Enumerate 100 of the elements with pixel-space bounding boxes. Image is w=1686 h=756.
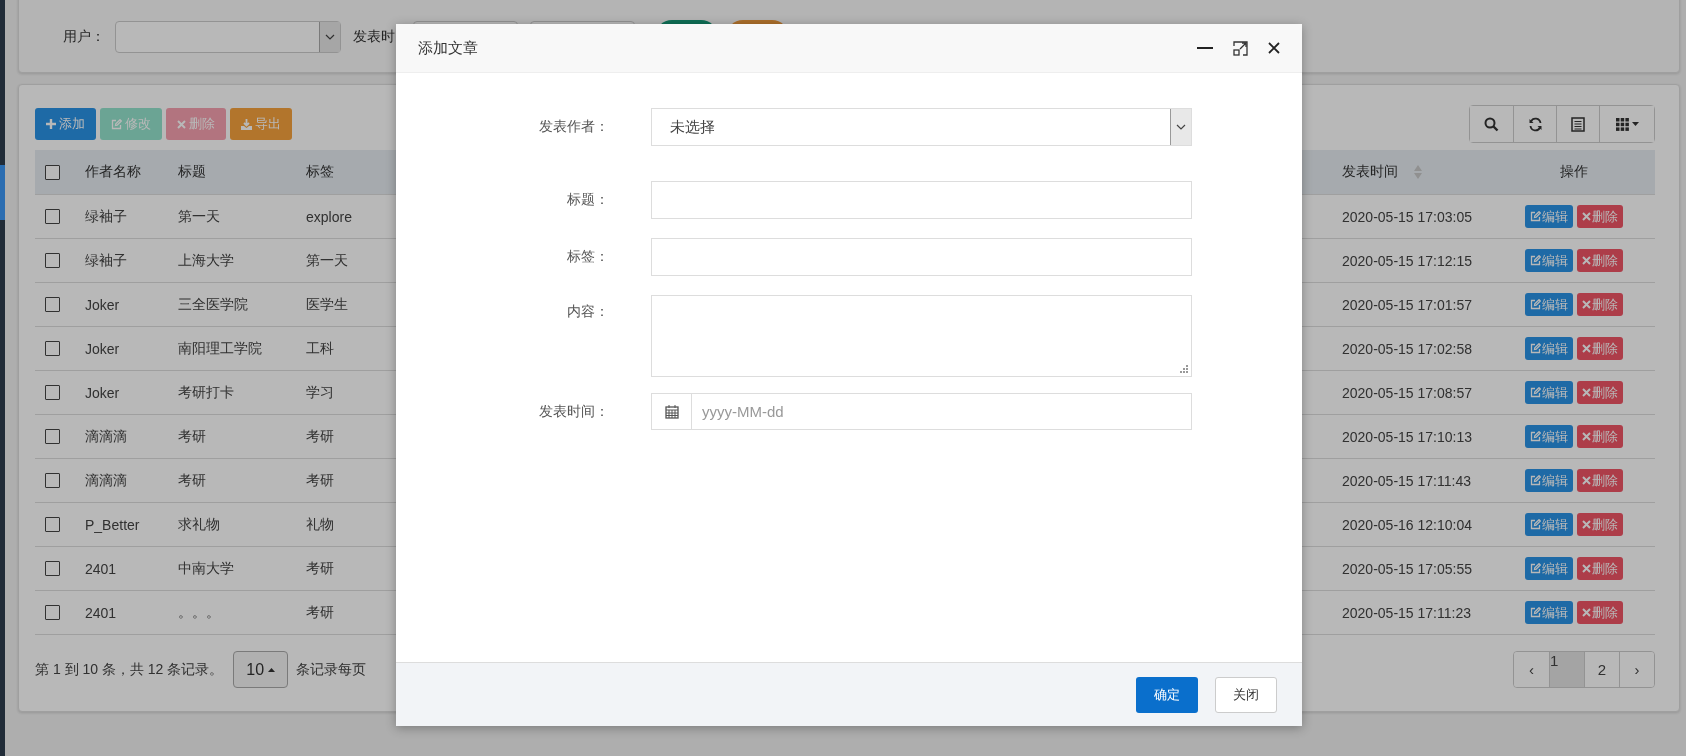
input-field[interactable]	[651, 181, 1192, 219]
row-checkbox[interactable]	[45, 253, 60, 268]
edit-icon	[1529, 299, 1541, 310]
page-button[interactable]: 1	[1549, 652, 1584, 687]
table-cell: 2020-05-15 17:05:55	[1342, 560, 1472, 577]
field-label: 内容：	[566, 302, 609, 321]
delete-button[interactable]: 删除	[1576, 557, 1623, 580]
table-cell: 2020-05-15 17:11:43	[1342, 472, 1471, 489]
date-input[interactable]: yyyy-MM-dd	[691, 393, 1192, 430]
row-checkbox[interactable]	[45, 517, 60, 532]
delete-button[interactable]: 删除	[1576, 469, 1623, 492]
select-all-checkbox[interactable]	[45, 164, 60, 180]
column-header[interactable]: 标题	[178, 163, 206, 181]
edit-icon	[1529, 343, 1541, 354]
refresh-icon	[1527, 116, 1543, 132]
toolbar-button[interactable]: 添加	[35, 108, 96, 140]
table-cell: 。。。	[178, 603, 220, 622]
edit-icon	[1529, 563, 1541, 574]
edit-icon	[1529, 211, 1541, 222]
table-cell: 学习	[306, 383, 334, 402]
row-checkbox[interactable]	[45, 561, 60, 576]
edit-icon	[1529, 387, 1541, 398]
column-header[interactable]: 标签	[306, 163, 334, 181]
table-cell: 考研	[306, 471, 334, 490]
table-cell: 2020-05-15 17:08:57	[1342, 384, 1472, 401]
row-checkbox[interactable]	[45, 209, 60, 224]
column-header[interactable]: 作者名称	[85, 163, 141, 181]
column-header: 操作	[1559, 163, 1588, 181]
table-cell: 考研	[306, 603, 334, 622]
x-icon	[1581, 388, 1591, 397]
caret-icon	[1631, 122, 1639, 126]
delete-button[interactable]: 删除	[1576, 425, 1623, 448]
edit-icon	[1529, 431, 1541, 442]
table-cell: 考研	[178, 471, 206, 490]
edit-button[interactable]: 编辑	[1524, 601, 1573, 624]
row-checkbox[interactable]	[45, 385, 60, 400]
row-checkbox[interactable]	[45, 473, 60, 488]
edit-icon	[1529, 519, 1541, 530]
field-label: 发表时间：	[538, 402, 609, 421]
table-cell: Joker	[85, 296, 120, 313]
table-cell: 2020-05-16 12:10:04	[1342, 516, 1472, 533]
edit-button[interactable]: 编辑	[1524, 513, 1573, 536]
edit-button[interactable]: 编辑	[1524, 205, 1573, 228]
columns-button[interactable]	[1599, 106, 1654, 142]
table-cell: 上海大学	[178, 251, 234, 270]
input-field[interactable]	[651, 238, 1192, 276]
table-cell: 考研打卡	[178, 383, 234, 402]
edit-button[interactable]: 编辑	[1524, 425, 1573, 448]
table-cell: 南阳理工学院	[178, 339, 262, 358]
list-icon	[1571, 116, 1585, 132]
table-cell: Joker	[85, 384, 120, 401]
row-checkbox[interactable]	[45, 297, 60, 312]
table-cell: 考研	[178, 427, 206, 446]
maximize-icon[interactable]	[1233, 40, 1248, 56]
textarea-field[interactable]	[651, 295, 1192, 377]
table-cell: 医学生	[306, 295, 348, 314]
delete-button[interactable]: 删除	[1576, 205, 1623, 228]
x-icon	[1581, 564, 1591, 573]
table-cell: 考研	[306, 559, 334, 578]
x-icon	[1581, 256, 1591, 265]
table-cell: 绿袖子	[85, 251, 127, 270]
table-cell: 2020-05-15 17:10:13	[1342, 428, 1472, 445]
edit-button[interactable]: 编辑	[1524, 293, 1573, 316]
delete-button[interactable]: 删除	[1576, 293, 1623, 316]
edit-button[interactable]: 编辑	[1524, 337, 1573, 360]
x-icon	[1581, 344, 1591, 353]
table-cell: 三全医学院	[178, 295, 248, 314]
page-button[interactable]: ›	[1619, 652, 1654, 687]
toolbar-button[interactable]: 导出	[230, 108, 292, 140]
chevron-down-icon	[1176, 124, 1186, 130]
table-cell: 中南大学	[178, 559, 234, 578]
page-size-button[interactable]: 10	[233, 651, 289, 688]
delete-button[interactable]: 删除	[1576, 249, 1623, 272]
resize-grip-icon[interactable]	[1180, 365, 1188, 373]
delete-button[interactable]: 删除	[1576, 337, 1623, 360]
search-icon	[1484, 116, 1499, 132]
records-summary: 第 1 到 10 条，共 12 条记录。	[35, 660, 224, 679]
chevron-down-icon	[325, 33, 335, 40]
edit-button[interactable]: 编辑	[1524, 557, 1573, 580]
edit-button[interactable]: 编辑	[1524, 469, 1573, 492]
table-cell: 礼物	[306, 515, 334, 534]
delete-button[interactable]: 删除	[1576, 601, 1623, 624]
row-checkbox[interactable]	[45, 341, 60, 356]
delete-button[interactable]: 删除	[1576, 513, 1623, 536]
close-icon[interactable]	[1268, 42, 1280, 54]
delete-button[interactable]: 删除	[1576, 381, 1623, 404]
confirm-button[interactable]: 确定	[1136, 676, 1198, 713]
x-icon	[1581, 608, 1591, 617]
row-checkbox[interactable]	[45, 429, 60, 444]
table-cell: 考研	[306, 427, 334, 446]
table-cell: 2020-05-15 17:03:05	[1342, 208, 1472, 225]
column-header[interactable]: 发表时间	[1342, 163, 1398, 181]
edit-button[interactable]: 编辑	[1524, 249, 1573, 272]
close-button[interactable]: 关闭	[1215, 676, 1277, 713]
author-select[interactable]: 未选择	[651, 108, 1192, 146]
row-checkbox[interactable]	[45, 605, 60, 620]
field-label: 发表作者：	[538, 117, 609, 136]
edit-button[interactable]: 编辑	[1524, 381, 1573, 404]
table-cell: explore	[306, 208, 352, 225]
caret-up-icon	[268, 667, 276, 672]
